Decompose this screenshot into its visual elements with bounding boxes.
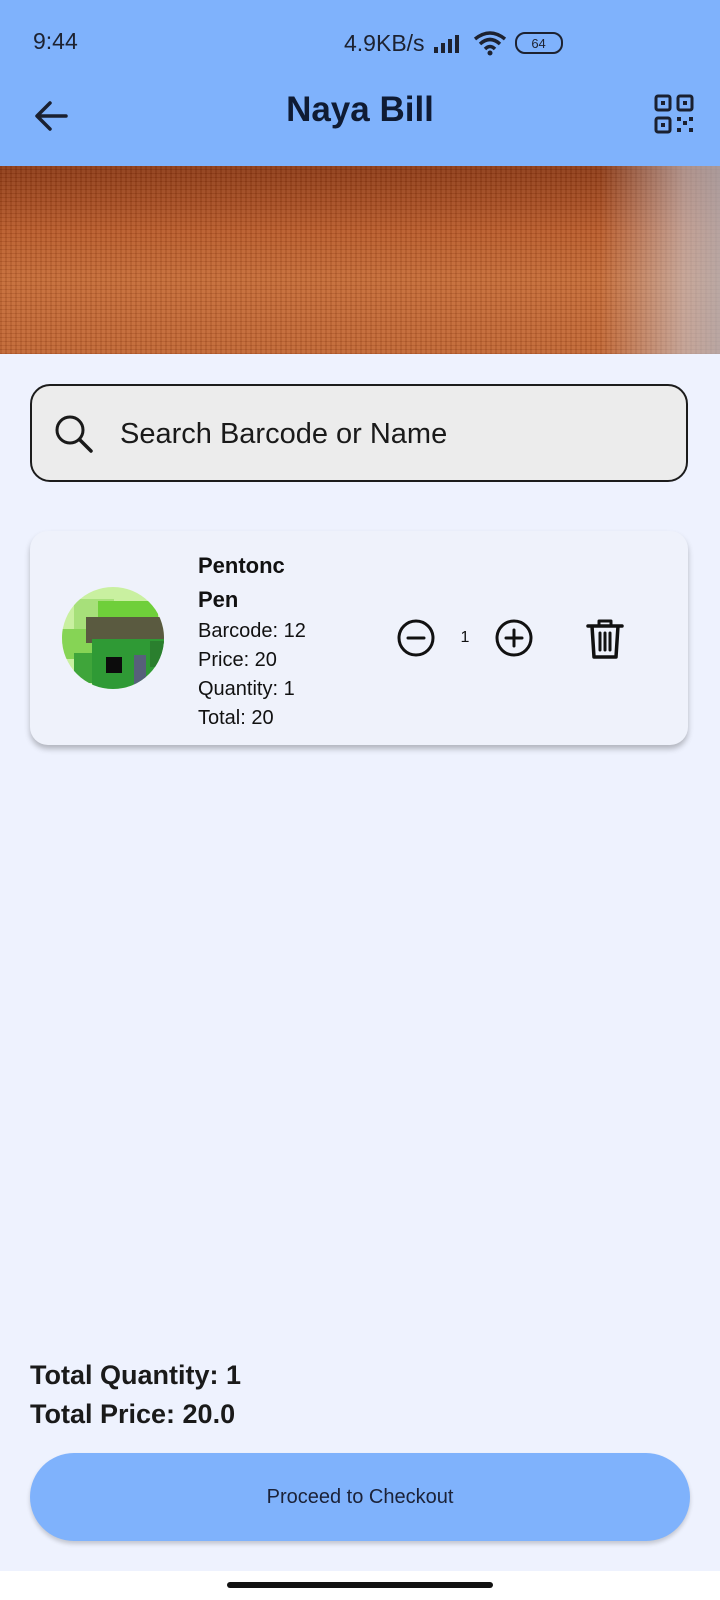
quantity-stepper: 1 — [396, 618, 534, 658]
status-indicators: 4.9KB/s 64 — [344, 27, 563, 59]
item-details: Pentonc Pen Barcode: 12 Price: 20 Quanti… — [198, 549, 368, 733]
status-time: 9:44 — [33, 28, 78, 54]
qr-code-icon — [654, 94, 694, 134]
camera-preview-glare — [600, 166, 720, 354]
total-quantity: Total Quantity: 1 — [30, 1360, 242, 1390]
battery-icon: 64 — [514, 32, 563, 54]
home-indicator[interactable] — [227, 1582, 493, 1588]
item-total: Total: 20 — [198, 707, 274, 729]
cart-item-card: Pentonc Pen Barcode: 12 Price: 20 Quanti… — [30, 531, 688, 745]
item-price: Price: 20 — [198, 649, 277, 671]
barcode-camera-preview[interactable] — [0, 166, 720, 354]
signal-icon — [433, 35, 459, 53]
app-bar: 9:44 4.9KB/s 64 Naya Bill — [0, 0, 720, 166]
qr-scan-button[interactable] — [654, 94, 698, 138]
product-image — [62, 587, 164, 689]
search-icon — [55, 415, 93, 453]
order-summary: Total Quantity: 1 Total Price: 20.0 — [30, 1356, 241, 1434]
quantity-value: 1 — [460, 629, 470, 646]
checkout-button[interactable]: Proceed to Checkout — [30, 1453, 690, 1541]
search-input[interactable] — [118, 404, 662, 464]
item-barcode: Barcode: 12 — [198, 620, 306, 642]
minus-circle-icon[interactable] — [396, 618, 436, 658]
total-price: Total Price: 20.0 — [30, 1399, 236, 1429]
delete-icon[interactable] — [584, 617, 626, 661]
network-speed: 4.9KB/s — [344, 29, 425, 56]
search-bar[interactable] — [30, 384, 688, 482]
plus-circle-icon[interactable] — [494, 618, 534, 658]
item-name: Pentonc Pen — [198, 553, 285, 612]
item-quantity: Quantity: 1 — [198, 678, 295, 700]
wifi-icon — [473, 31, 506, 56]
page-title: Naya Bill — [286, 90, 434, 129]
